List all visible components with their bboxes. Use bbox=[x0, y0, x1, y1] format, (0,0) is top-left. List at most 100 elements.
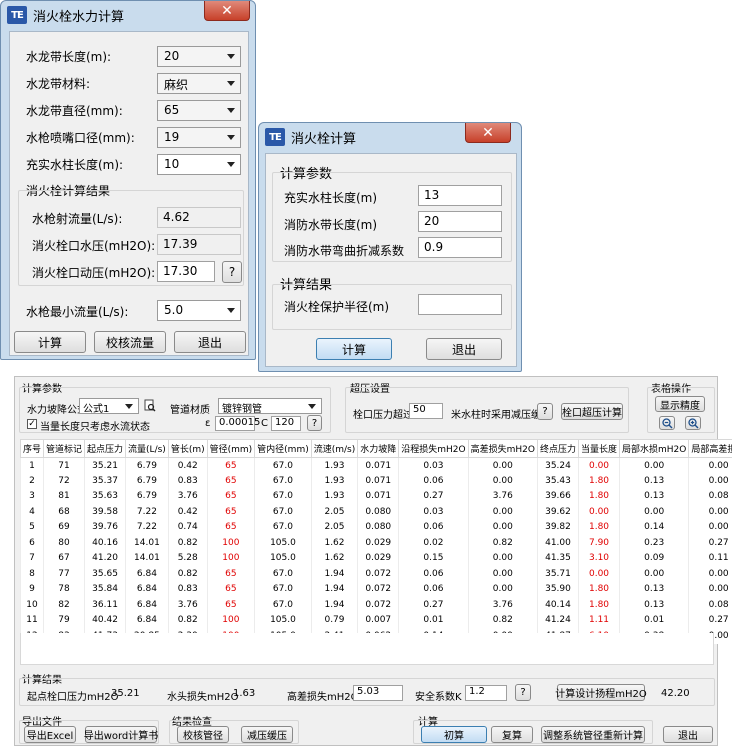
column-header[interactable]: 终点压力 bbox=[536, 439, 580, 458]
help-button[interactable]: ? bbox=[222, 261, 242, 283]
reduce-pressure-button[interactable]: 减压缓压 bbox=[241, 726, 293, 743]
table-row[interactable]: 7 67 41.20 14.01 5.28 100 105.0 1.62 0.029 0.15 0.… bbox=[19, 550, 732, 566]
table-cell: 35.63 bbox=[84, 488, 126, 504]
column-header[interactable]: 管长(m) bbox=[167, 439, 208, 458]
help-button[interactable]: ? bbox=[537, 403, 553, 420]
formula-select[interactable]: 公式1 bbox=[79, 398, 139, 415]
pressure-threshold-label: 栓口压力超过 bbox=[353, 410, 413, 421]
check-flow-button[interactable]: 校核流量 bbox=[94, 331, 166, 353]
hose-diameter-select[interactable]: 65 bbox=[157, 100, 241, 121]
hydrant-calc-window: TE 消火栓计算 ✕ 计算参数 充实水柱长度(m) 13 消防水带长度(m) 2… bbox=[258, 122, 522, 372]
column-header[interactable]: 管内径(mm) bbox=[254, 439, 312, 458]
water-column-input[interactable]: 13 bbox=[418, 185, 502, 206]
column-header[interactable]: 当量长度 bbox=[577, 439, 621, 458]
water-column-select[interactable]: 10 bbox=[157, 154, 241, 175]
table-cell: 68 bbox=[43, 504, 85, 520]
table-cell: 0.13 bbox=[619, 488, 689, 504]
material-select[interactable]: 镀锌钢管 bbox=[218, 398, 322, 415]
column-header[interactable]: 起点压力 bbox=[84, 439, 127, 458]
dynamic-pressure-field[interactable]: 17.30 bbox=[157, 261, 215, 282]
zoom-out-icon[interactable] bbox=[659, 416, 675, 430]
table-cell: 7 bbox=[19, 550, 44, 566]
close-button[interactable]: ✕ bbox=[204, 1, 250, 21]
table-cell: 2.05 bbox=[310, 504, 358, 520]
table-row[interactable]: 11 79 40.42 6.84 0.82 100 105.0 0.79 0.007 0.01 0.… bbox=[19, 612, 732, 628]
close-button[interactable]: ✕ bbox=[465, 123, 511, 143]
display-precision-button[interactable]: 显示精度 bbox=[655, 396, 705, 412]
preview-icon[interactable] bbox=[144, 399, 156, 412]
min-flow-select[interactable]: 5.0 bbox=[157, 300, 241, 321]
table-cell: 39.76 bbox=[84, 519, 126, 535]
table-cell: 0.83 bbox=[167, 473, 208, 489]
table-row[interactable]: 8 77 35.65 6.84 0.82 65 67.0 1.94 0.072 0.06 0.00 3… bbox=[19, 566, 732, 582]
column-header[interactable]: 局部高差损失 bbox=[688, 439, 732, 458]
calculate-button[interactable]: 计算 bbox=[316, 338, 392, 360]
table-cell: 65 bbox=[206, 597, 255, 613]
table-cell: 35.21 bbox=[84, 457, 126, 473]
results-table[interactable]: 序号 管道标记 起点压力 流量(L/s) 管长(m) 管径(mm) 管内径(mm) 流速(m/… bbox=[19, 439, 732, 644]
table-cell: 65 bbox=[206, 519, 255, 535]
export-word-button[interactable]: 导出word计算书 bbox=[84, 726, 158, 743]
table-cell: 0.06 bbox=[398, 473, 469, 489]
table-cell: 0.74 bbox=[167, 519, 208, 535]
pressure-threshold-input[interactable]: 50 bbox=[409, 403, 443, 419]
design-head-button[interactable]: 计算设计扬程mH2O bbox=[555, 684, 647, 701]
table-row[interactable]: 6 80 40.16 14.01 0.82 100 105.0 1.62 0.029 0.02 0.… bbox=[19, 535, 732, 551]
table-cell: 14.01 bbox=[125, 550, 169, 566]
help-button[interactable]: ? bbox=[307, 415, 322, 431]
content-panel: 计算参数 充实水柱长度(m) 13 消防水带长度(m) 20 消防水带弯曲折减系… bbox=[265, 153, 517, 367]
min-flow-value: 5.0 bbox=[164, 303, 184, 317]
hose-length-value: 20 bbox=[164, 49, 180, 63]
recalc-button[interactable]: 复算 bbox=[491, 726, 533, 743]
start-pressure-value: 35.21 bbox=[111, 688, 140, 699]
hose-length-label: 消防水带长度(m) bbox=[284, 218, 378, 232]
column-header[interactable]: 序号 bbox=[19, 439, 45, 458]
table-row[interactable]: 10 82 36.11 6.84 3.76 65 67.0 1.94 0.072 0.27 3.76… bbox=[19, 597, 732, 613]
zoom-in-icon[interactable] bbox=[685, 416, 701, 430]
exit-button[interactable]: 退出 bbox=[426, 338, 502, 360]
table-row[interactable]: 5 69 39.76 7.22 0.74 65 67.0 2.05 0.080 0.06 0.00 3… bbox=[19, 519, 732, 535]
water-column-label: 充实水柱长度(m) bbox=[284, 191, 378, 205]
column-header[interactable]: 高差损失mH2O bbox=[467, 439, 538, 458]
bend-factor-input[interactable]: 0.9 bbox=[418, 237, 502, 258]
table-filler bbox=[20, 633, 714, 665]
help-button[interactable]: ? bbox=[515, 684, 531, 701]
c-input[interactable]: 120 bbox=[271, 416, 301, 431]
safety-factor-input[interactable]: 1.2 bbox=[465, 685, 507, 701]
table-row[interactable]: 3 81 35.63 6.79 3.76 65 67.0 1.93 0.071 0.27 3.76 3… bbox=[19, 488, 732, 504]
check-diameter-button[interactable]: 校核管径 bbox=[177, 726, 229, 743]
adjust-recalc-button[interactable]: 调整系统管径重新计算 bbox=[541, 726, 645, 743]
hose-material-select[interactable]: 麻织 bbox=[157, 73, 241, 94]
table-cell: 5 bbox=[19, 519, 44, 535]
table-row[interactable]: 9 78 35.84 6.84 0.83 65 67.0 1.94 0.072 0.06 0.00 3… bbox=[19, 581, 732, 597]
initial-calc-button[interactable]: 初算 bbox=[421, 726, 487, 743]
overpressure-calc-button[interactable]: 栓口超压计算 bbox=[561, 403, 623, 420]
column-header[interactable]: 沿程损失mH2O bbox=[398, 439, 469, 458]
calculate-button[interactable]: 计算 bbox=[14, 331, 86, 353]
table-cell: 105.0 bbox=[254, 612, 312, 628]
epsilon-input[interactable]: 0.00015 bbox=[215, 416, 260, 431]
column-header[interactable]: 管径(mm) bbox=[206, 439, 256, 458]
table-cell: 72 bbox=[43, 473, 85, 489]
equivalent-length-checkbox[interactable]: ✓ bbox=[27, 419, 37, 429]
nozzle-diameter-select[interactable]: 19 bbox=[157, 127, 241, 148]
table-cell: 105.0 bbox=[254, 550, 312, 566]
hose-length-input[interactable]: 20 bbox=[418, 211, 502, 232]
table-cell: 1.94 bbox=[310, 581, 358, 597]
hydrant-pressure-label: 消火栓口水压(mH2O): bbox=[32, 239, 156, 253]
column-header[interactable]: 流速(m/s) bbox=[310, 439, 359, 458]
column-header[interactable]: 管道标记 bbox=[43, 439, 86, 458]
hose-length-select[interactable]: 20 bbox=[157, 46, 241, 67]
column-header[interactable]: 流量(L/s) bbox=[125, 439, 169, 458]
exit-button[interactable]: 退出 bbox=[663, 726, 713, 743]
table-cell: 1.94 bbox=[310, 597, 358, 613]
exit-button[interactable]: 退出 bbox=[174, 331, 246, 353]
table-row[interactable]: 4 68 39.58 7.22 0.42 65 67.0 2.05 0.080 0.03 0.00 3… bbox=[19, 504, 732, 520]
table-cell: 3.10 bbox=[577, 550, 620, 566]
table-row[interactable]: 1 71 35.21 6.79 0.42 65 67.0 1.93 0.071 0.03 0.00 3… bbox=[19, 457, 732, 473]
table-row[interactable]: 2 72 35.37 6.79 0.83 65 67.0 1.93 0.071 0.06 0.00 3… bbox=[19, 473, 732, 489]
column-header[interactable]: 局部水损mH2O bbox=[619, 439, 690, 458]
table-cell: 1.62 bbox=[310, 550, 358, 566]
export-excel-button[interactable]: 导出Excel bbox=[24, 726, 76, 743]
column-header[interactable]: 水力坡降 bbox=[357, 439, 400, 458]
